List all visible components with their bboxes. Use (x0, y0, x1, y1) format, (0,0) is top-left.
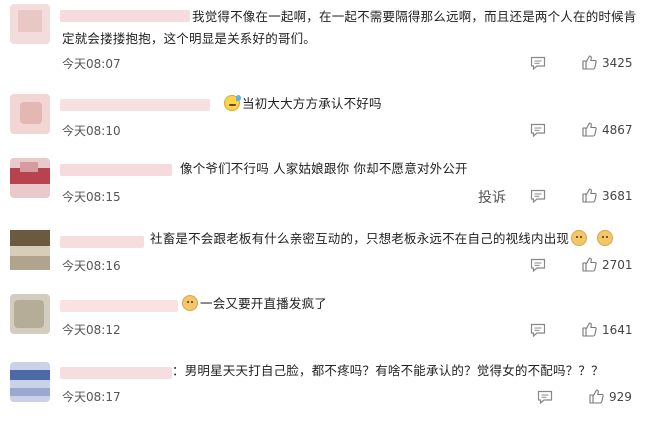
reply-icon[interactable] (537, 390, 553, 404)
comment-time: 今天08:15 (62, 190, 121, 204)
comment-text: 像个爷们不行吗 人家姑娘跟你 你却不愿意对外公开 (180, 161, 468, 176)
like-count: 2701 (602, 258, 633, 272)
reply-icon[interactable] (530, 323, 546, 337)
username-blurred[interactable] (60, 300, 178, 312)
comment-time: 今天08:16 (62, 259, 121, 273)
comment-item: 当初大大方方承认不好吗 今天08:10 4867 (0, 82, 650, 148)
comment-text: 我觉得不像在一起啊，在一起不需要隔得那么远啊，而且还是两个人在的时候肯 (192, 9, 637, 24)
like-count: 3425 (602, 56, 633, 70)
comment-item: ：男明星天天打自己脸，都不疼吗？有啥不能承认的？觉得女的不配吗？？？ 今天08:… (0, 352, 650, 418)
username-blurred[interactable] (60, 10, 190, 22)
comment-text-continued: 定就会搂搂抱抱，这个明显是关系好的哥们。 (62, 31, 317, 46)
reply-icon[interactable] (530, 123, 546, 137)
doge-emoji-icon (182, 295, 198, 311)
like-button[interactable] (582, 55, 597, 70)
avatar[interactable] (10, 158, 50, 198)
like-button[interactable] (582, 188, 597, 203)
comment-text: ：男明星天天打自己脸，都不疼吗？有啥不能承认的？觉得女的不配吗？？？ (172, 363, 604, 378)
username-blurred[interactable] (60, 236, 144, 248)
avatar[interactable] (10, 94, 50, 134)
reply-icon[interactable] (530, 258, 546, 272)
like-button[interactable] (582, 122, 597, 137)
comment-item: 我觉得不像在一起啊，在一起不需要隔得那么远啊，而且还是两个人在的时候肯 定就会搂… (0, 0, 650, 71)
username-blurred[interactable] (60, 99, 210, 111)
like-count: 929 (609, 390, 632, 404)
report-button[interactable]: 投诉 (478, 187, 506, 207)
avatar[interactable] (10, 294, 50, 334)
avatar[interactable] (10, 4, 50, 44)
username-blurred[interactable] (60, 367, 172, 379)
like-count: 4867 (602, 123, 633, 137)
comment-item: 社畜是不会跟老板有什么亲密互动的，只想老板永远不在自己的视线内出现 今天08:1… (0, 222, 650, 288)
like-count: 3681 (602, 189, 633, 203)
comment-time: 今天08:17 (62, 390, 121, 404)
comment-text: 一会又要开直播发疯了 (180, 293, 327, 315)
like-count: 1641 (602, 323, 633, 337)
avatar[interactable] (10, 230, 50, 270)
sweat-emoji-icon (224, 95, 241, 111)
comment-item: 像个爷们不行吗 人家姑娘跟你 你却不愿意对外公开 今天08:15 投诉 3681 (0, 148, 650, 214)
comment-time: 今天08:07 (62, 57, 121, 71)
like-button[interactable] (589, 389, 604, 404)
comment-text: 当初大大方方承认不好吗 (222, 93, 382, 115)
comment-time: 今天08:10 (62, 124, 121, 138)
reply-icon[interactable] (530, 189, 546, 203)
like-button[interactable] (582, 322, 597, 337)
username-blurred[interactable] (60, 164, 172, 176)
doge-emoji-icon (571, 230, 588, 246)
comment-item: 一会又要开直播发疯了 今天08:12 1641 (0, 286, 650, 352)
avatar[interactable] (10, 362, 50, 402)
comment-text: 社畜是不会跟老板有什么亲密互动的，只想老板永远不在自己的视线内出现 (150, 228, 615, 250)
reply-icon[interactable] (530, 56, 546, 70)
doge-emoji-icon (597, 230, 614, 246)
like-button[interactable] (582, 257, 597, 272)
comment-time: 今天08:12 (62, 323, 121, 337)
